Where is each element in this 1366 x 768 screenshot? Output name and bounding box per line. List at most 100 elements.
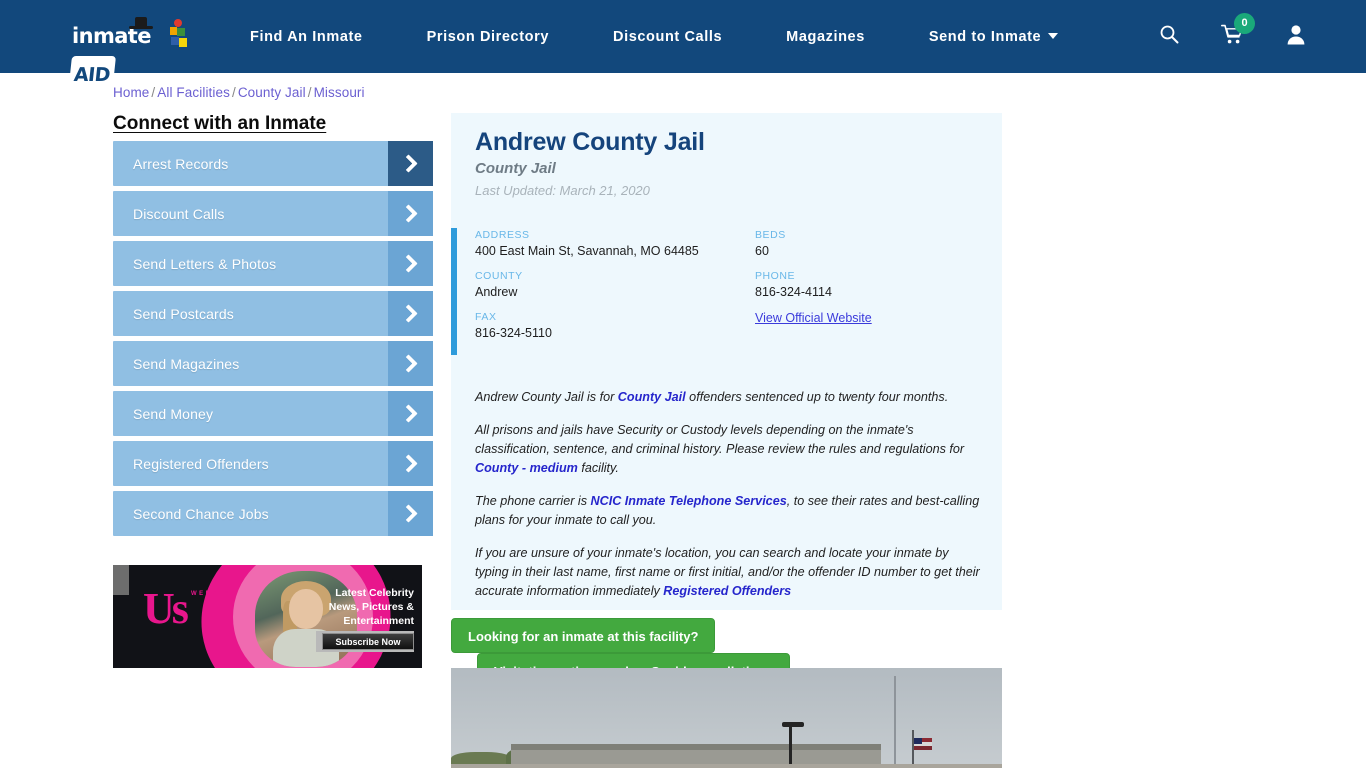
description-paragraph-1: Andrew County Jail is for County Jail of… [475, 388, 985, 407]
beds-value: 60 [755, 244, 985, 258]
primary-nav-links: Find An Inmate Prison Directory Discount… [250, 0, 1058, 73]
page-title: Andrew County Jail [475, 128, 705, 157]
description-paragraph-3: The phone carrier is NCIC Inmate Telepho… [475, 492, 985, 530]
ad-corner-block [113, 565, 129, 595]
beds-label: BEDS [755, 229, 985, 241]
nav-link-magazines[interactable]: Magazines [786, 29, 865, 45]
sidebar-item-label: Second Chance Jobs [113, 506, 269, 522]
sidebar-item-second-chance-jobs[interactable]: Second Chance Jobs [113, 491, 433, 536]
official-website-field: View Official Website [755, 311, 985, 325]
facility-type-subtitle: County Jail [475, 160, 556, 177]
breadcrumb-separator: / [151, 85, 155, 100]
chevron-right-icon [388, 441, 433, 486]
photo-antenna-mast [894, 676, 896, 768]
photo-building-roof [511, 744, 881, 750]
facility-info-card: Andrew County Jail County Jail Last Upda… [451, 113, 1002, 610]
user-account-icon[interactable] [1286, 24, 1306, 50]
last-updated-text: Last Updated: March 21, 2020 [475, 183, 650, 198]
sidebar-menu: Arrest Records Discount Calls Send Lette… [113, 141, 433, 541]
facility-description: Andrew County Jail is for County Jail of… [475, 388, 985, 615]
county-field: COUNTY Andrew [475, 270, 755, 299]
official-website-link-wrap: View Official Website [755, 311, 985, 325]
sidebar-item-send-magazines[interactable]: Send Magazines [113, 341, 433, 386]
fax-value: 816-324-5110 [475, 326, 755, 340]
fax-label: FAX [475, 311, 755, 323]
address-field: ADDRESS 400 East Main St, Savannah, MO 6… [475, 229, 755, 258]
ad-brand-logo: Us [143, 587, 186, 631]
breadcrumb-item-county-jail[interactable]: County Jail [238, 85, 306, 100]
photo-light-fixture [782, 722, 804, 727]
chevron-right-icon [388, 241, 433, 286]
ad-subscribe-button[interactable]: Subscribe Now [322, 633, 414, 650]
sidebar-item-discount-calls[interactable]: Discount Calls [113, 191, 433, 236]
nav-link-send-to-inmate-label: Send to Inmate [929, 29, 1041, 45]
phone-label: PHONE [755, 270, 985, 282]
photo-flag-union [914, 738, 922, 744]
top-navigation-bar: inmateAID Find An Inmate Prison Director… [0, 0, 1366, 73]
nav-link-prison-directory[interactable]: Prison Directory [427, 29, 549, 45]
sidebar-item-send-postcards[interactable]: Send Postcards [113, 291, 433, 336]
advertisement-banner[interactable]: Us WEEKLY Latest Celebrity News, Picture… [113, 565, 422, 668]
address-value: 400 East Main St, Savannah, MO 64485 [475, 244, 755, 258]
paragraph-3-text-a: The phone carrier is [475, 494, 591, 508]
ncic-telephone-services-link[interactable]: NCIC Inmate Telephone Services [591, 494, 787, 508]
breadcrumb-separator: / [308, 85, 312, 100]
shopping-cart-icon[interactable]: 0 [1221, 24, 1244, 50]
sidebar-item-registered-offenders[interactable]: Registered Offenders [113, 441, 433, 486]
paragraph-1-text-a: Andrew County Jail is for [475, 390, 618, 404]
chevron-down-icon [1048, 33, 1058, 39]
nav-link-send-to-inmate[interactable]: Send to Inmate [929, 29, 1058, 45]
photo-light-pole [789, 723, 792, 768]
county-medium-link[interactable]: County - medium [475, 461, 578, 475]
sidebar-item-label: Discount Calls [113, 206, 225, 222]
sidebar-item-label: Arrest Records [113, 156, 228, 172]
ad-headline: Latest Celebrity News, Pictures & Entert… [306, 586, 414, 628]
sidebar-item-label: Send Letters & Photos [113, 256, 276, 272]
county-jail-link[interactable]: County Jail [618, 390, 686, 404]
breadcrumb-item-missouri[interactable]: Missouri [314, 85, 365, 100]
facility-photo[interactable] [451, 668, 1002, 768]
chevron-right-icon [388, 341, 433, 386]
sidebar-item-send-money[interactable]: Send Money [113, 391, 433, 436]
chevron-right-icon [388, 491, 433, 536]
beds-field: BEDS 60 [755, 229, 985, 258]
registered-offenders-link[interactable]: Registered Offenders [663, 584, 791, 598]
breadcrumb-item-home[interactable]: Home [113, 85, 149, 100]
top-hat-icon [129, 17, 153, 30]
description-paragraph-4: If you are unsure of your inmate's locat… [475, 544, 985, 601]
site-logo[interactable]: inmateAID [72, 17, 192, 55]
colorful-bird-icon [168, 19, 190, 53]
accent-bar [451, 228, 457, 355]
sidebar-heading: Connect with an Inmate [113, 113, 326, 135]
breadcrumb-item-all-facilities[interactable]: All Facilities [157, 85, 230, 100]
breadcrumb: Home/All Facilities/County Jail/Missouri [113, 85, 365, 100]
sidebar-item-label: Send Magazines [113, 356, 239, 372]
chevron-right-icon [388, 191, 433, 236]
chevron-right-icon [388, 141, 433, 186]
chevron-right-icon [388, 291, 433, 336]
sidebar-item-label: Registered Offenders [113, 456, 269, 472]
nav-link-discount-calls[interactable]: Discount Calls [613, 29, 722, 45]
nav-icon-group: 0 [1117, 0, 1306, 73]
view-official-website-link[interactable]: View Official Website [755, 311, 872, 325]
ad-brand-sublogo: WEEKLY [191, 591, 231, 597]
county-label: COUNTY [475, 270, 755, 282]
paragraph-1-text-b: offenders sentenced up to twenty four mo… [686, 390, 949, 404]
facility-details-right-column: BEDS 60 PHONE 816-324-4114 View Official… [755, 229, 985, 337]
facility-details-left-column: ADDRESS 400 East Main St, Savannah, MO 6… [475, 229, 755, 352]
photo-ground [451, 764, 1002, 768]
nav-link-find-an-inmate[interactable]: Find An Inmate [250, 29, 363, 45]
address-label: ADDRESS [475, 229, 755, 241]
sidebar-item-label: Send Money [113, 406, 213, 422]
breadcrumb-separator: / [232, 85, 236, 100]
phone-value: 816-324-4114 [755, 285, 985, 299]
sidebar-item-arrest-records[interactable]: Arrest Records [113, 141, 433, 186]
sidebar-item-label: Send Postcards [113, 306, 234, 322]
logo-aid-badge: AID [68, 56, 116, 94]
search-icon[interactable] [1159, 24, 1179, 49]
fax-field: FAX 816-324-5110 [475, 311, 755, 340]
looking-for-inmate-button[interactable]: Looking for an inmate at this facility? [451, 618, 715, 653]
chevron-right-icon [388, 391, 433, 436]
sidebar-item-send-letters-photos[interactable]: Send Letters & Photos [113, 241, 433, 286]
phone-field: PHONE 816-324-4114 [755, 270, 985, 299]
